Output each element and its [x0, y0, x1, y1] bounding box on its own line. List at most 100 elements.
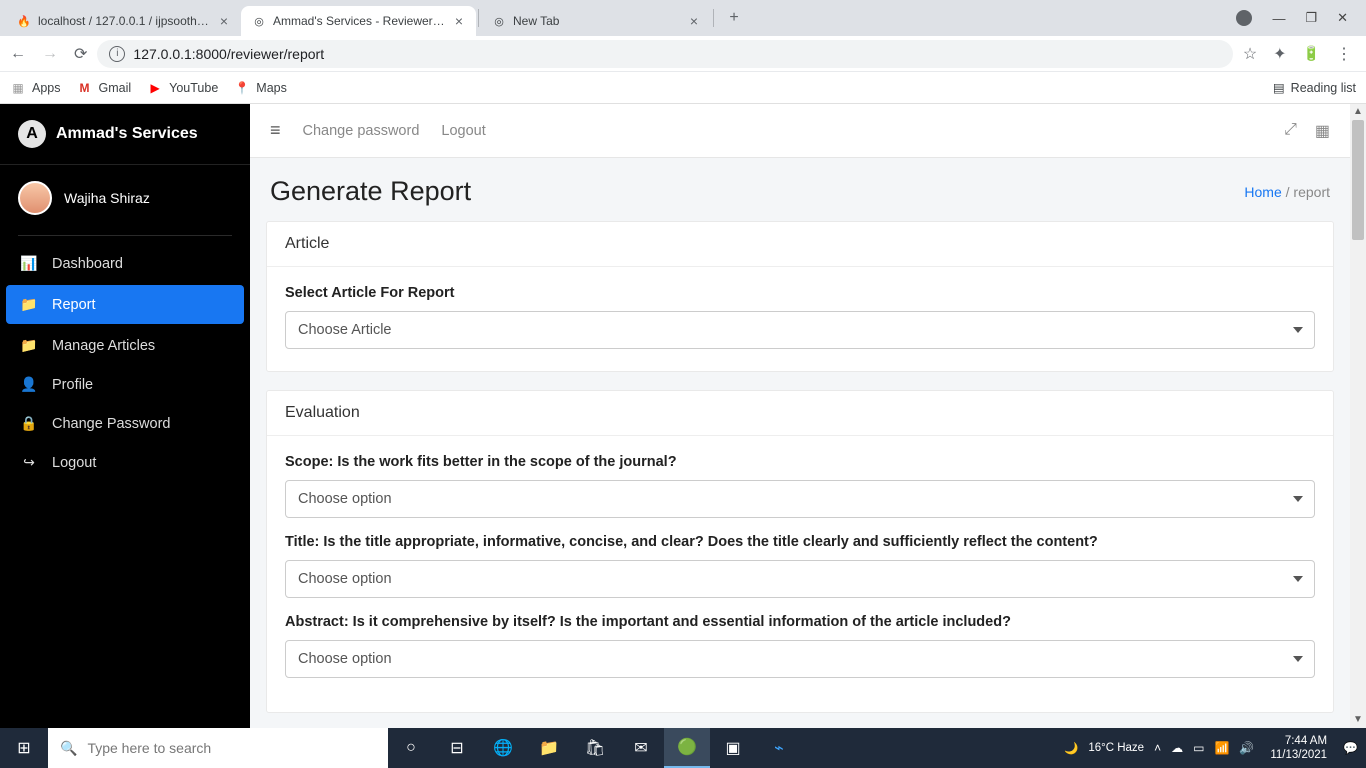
card-article: Article Select Article For Report Choose…	[266, 221, 1334, 372]
extensions-icon[interactable]: ✦	[1273, 44, 1286, 64]
sidebar-item-manage-articles[interactable]: 📁Manage Articles	[0, 326, 250, 365]
brand-logo-icon: A	[18, 120, 46, 148]
tab-title: New Tab	[513, 14, 681, 28]
article-select[interactable]: Choose Article	[285, 311, 1315, 349]
sidebar-item-profile[interactable]: 👤Profile	[0, 365, 250, 404]
title-select[interactable]: Choose option	[285, 560, 1315, 598]
globe-icon: ◎	[251, 13, 267, 29]
scrollbar[interactable]: ▲ ▼	[1350, 104, 1366, 728]
tab-divider	[713, 9, 714, 27]
reload-button[interactable]: ⟳	[74, 44, 87, 64]
weather-icon[interactable]: 🌙	[1064, 741, 1078, 755]
search-icon: 🔍	[60, 740, 77, 757]
search-placeholder: Type here to search	[87, 740, 211, 756]
sidebar: A Ammad's Services Wajiha Shiraz 📊Dashbo…	[0, 104, 250, 728]
close-icon[interactable]: ×	[452, 14, 466, 28]
user-icon: 👤	[20, 376, 38, 393]
window-controls: ― ❐ ✕	[1236, 10, 1360, 26]
sidebar-user[interactable]: Wajiha Shiraz	[0, 165, 250, 231]
reading-list-button[interactable]: ▤Reading list	[1273, 80, 1356, 95]
mail-icon[interactable]: ✉	[618, 728, 664, 768]
star-icon[interactable]: ☆	[1243, 44, 1257, 64]
toolbar-right: ☆ ✦ 🔋 ⋮	[1243, 44, 1356, 64]
menu-toggle-icon[interactable]: ≡	[270, 120, 281, 141]
close-icon[interactable]: ×	[687, 14, 701, 28]
browser-tab[interactable]: ◎ New Tab ×	[481, 6, 711, 36]
weather-text[interactable]: 16°C Haze	[1088, 742, 1144, 754]
topbar-change-password[interactable]: Change password	[303, 123, 420, 139]
minimize-button[interactable]: ―	[1272, 11, 1285, 26]
system-tray: 🌙 16°C Haze ˄ ☁ ▭ 📶 🔊 7:44 AM 11/13/2021…	[1056, 734, 1366, 762]
fullscreen-icon[interactable]: ⤢	[1284, 121, 1297, 141]
title-label: Title: Is the title appropriate, informa…	[285, 534, 1315, 550]
sidebar-item-dashboard[interactable]: 📊Dashboard	[0, 244, 250, 283]
bookmark-maps[interactable]: 📍Maps	[234, 80, 287, 96]
maximize-button[interactable]: ❐	[1305, 10, 1317, 26]
scope-label: Scope: Is the work fits better in the sc…	[285, 454, 1315, 470]
user-name: Wajiha Shiraz	[64, 190, 150, 206]
menu-icon[interactable]: ⋮	[1336, 44, 1352, 64]
tab-title: localhost / 127.0.0.1 / ijpsooth_jo	[38, 14, 211, 28]
sidebar-item-logout[interactable]: ↪Logout	[0, 443, 250, 482]
notifications-icon[interactable]: 💬	[1343, 741, 1358, 755]
browser-tab-strip: 🔥 localhost / 127.0.0.1 / ijpsooth_jo × …	[0, 0, 1366, 36]
edge-icon[interactable]: 🌐	[480, 728, 526, 768]
scroll-up-icon[interactable]: ▲	[1350, 104, 1366, 120]
wifi-icon[interactable]: 📶	[1214, 741, 1229, 755]
bookmark-apps[interactable]: ▦Apps	[10, 80, 61, 96]
terminal-icon[interactable]: ▣	[710, 728, 756, 768]
task-view-icon[interactable]: ○	[388, 728, 434, 768]
brand[interactable]: A Ammad's Services	[0, 104, 250, 165]
taskbar-search[interactable]: 🔍 Type here to search	[48, 728, 388, 768]
forward-button[interactable]: →	[42, 45, 58, 63]
card-evaluation: Evaluation Scope: Is the work fits bette…	[266, 390, 1334, 713]
breadcrumb-home[interactable]: Home	[1244, 184, 1281, 200]
url-text: 127.0.0.1:8000/reviewer/report	[133, 46, 324, 62]
topbar: ≡ Change password Logout ⤢ ▦	[250, 104, 1350, 158]
grid-icon[interactable]: ▦	[1315, 121, 1330, 141]
chrome-icon[interactable]: 🟢	[664, 728, 710, 768]
start-button[interactable]: ⊞	[0, 728, 48, 768]
reading-list-icon: ▤	[1273, 80, 1285, 95]
close-icon[interactable]: ×	[217, 14, 231, 28]
bookmark-youtube[interactable]: ▶YouTube	[147, 80, 218, 96]
info-icon[interactable]: i	[109, 46, 125, 62]
breadcrumb-current: report	[1293, 184, 1330, 200]
bookmark-gmail[interactable]: MGmail	[77, 80, 132, 96]
browser-tab[interactable]: 🔥 localhost / 127.0.0.1 / ijpsooth_jo ×	[6, 6, 241, 36]
tray-chevron-icon[interactable]: ˄	[1154, 741, 1161, 755]
scope-select[interactable]: Choose option	[285, 480, 1315, 518]
cortana-icon[interactable]: ⊟	[434, 728, 480, 768]
gmail-icon: M	[77, 80, 93, 96]
scroll-thumb[interactable]	[1352, 120, 1364, 240]
abstract-label: Abstract: Is it comprehensive by itself?…	[285, 614, 1315, 630]
maps-icon: 📍	[234, 80, 250, 96]
onedrive-icon[interactable]: ☁	[1171, 741, 1183, 755]
close-window-button[interactable]: ✕	[1337, 10, 1348, 26]
vscode-icon[interactable]: ⌁	[756, 728, 802, 768]
back-button[interactable]: ←	[10, 45, 26, 63]
sidebar-item-change-password[interactable]: 🔒Change Password	[0, 404, 250, 443]
bookmarks-bar: ▦Apps MGmail ▶YouTube 📍Maps ▤Reading lis…	[0, 72, 1366, 104]
account-icon[interactable]	[1236, 10, 1252, 26]
divider	[18, 235, 232, 236]
volume-icon[interactable]: 🔊	[1239, 741, 1254, 755]
browser-tab-active[interactable]: ◎ Ammad's Services - Reviewer's D ×	[241, 6, 476, 36]
clock[interactable]: 7:44 AM 11/13/2021	[1264, 734, 1333, 762]
store-icon[interactable]: 🛍	[572, 728, 618, 768]
sidebar-item-report[interactable]: 📁Report	[6, 285, 244, 324]
tab-title: Ammad's Services - Reviewer's D	[273, 14, 446, 28]
avatar	[18, 181, 52, 215]
folder-icon: 📁	[20, 296, 38, 313]
abstract-select[interactable]: Choose option	[285, 640, 1315, 678]
scroll-down-icon[interactable]: ▼	[1350, 712, 1366, 728]
address-bar: ← → ⟳ i 127.0.0.1:8000/reviewer/report ☆…	[0, 36, 1366, 72]
explorer-icon[interactable]: 📁	[526, 728, 572, 768]
taskbar-apps: ○ ⊟ 🌐 📁 🛍 ✉ 🟢 ▣ ⌁	[388, 728, 802, 768]
battery-icon[interactable]: ▭	[1193, 741, 1204, 755]
profile-icon[interactable]: 🔋	[1303, 45, 1320, 62]
topbar-logout[interactable]: Logout	[441, 123, 485, 139]
url-field[interactable]: i 127.0.0.1:8000/reviewer/report	[97, 40, 1232, 68]
nav-buttons: ← → ⟳	[10, 44, 87, 64]
new-tab-button[interactable]: +	[720, 4, 748, 32]
